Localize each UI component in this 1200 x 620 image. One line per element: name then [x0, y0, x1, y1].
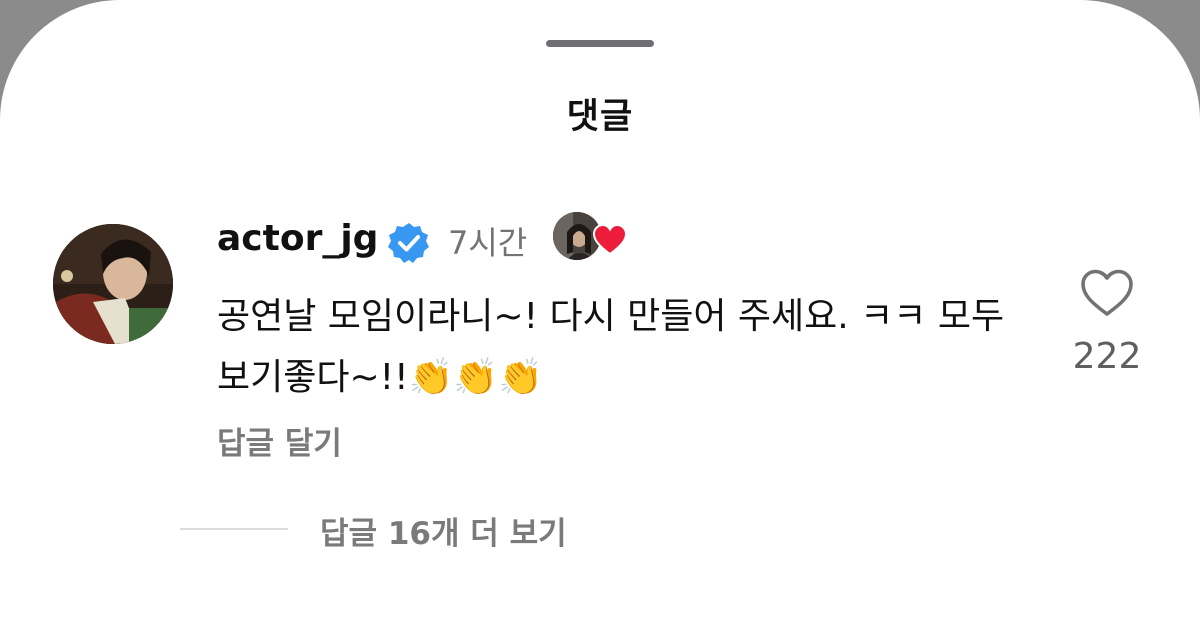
comment-text: 공연날 모임이라니~! 다시 만들어 주세요. ㅋㅋ 모두 보기좋다~!!👏👏👏 [217, 286, 1017, 408]
reply-button[interactable]: 답글 달기 [217, 418, 342, 463]
clapping-hands-emoji: 👏👏👏 [408, 357, 543, 398]
view-more-replies-button[interactable]: 답글 16개 더 보기 [320, 508, 567, 553]
comment-timestamp: 7시간 [448, 224, 528, 262]
avatar-image [53, 224, 173, 344]
comment-username[interactable]: actor_jg [217, 218, 378, 259]
commenter-avatar[interactable] [53, 224, 173, 344]
replies-divider [180, 528, 288, 530]
verified-badge-icon [388, 223, 429, 263]
red-heart-icon [593, 224, 627, 256]
drag-handle[interactable] [546, 40, 654, 47]
sheet-title: 댓글 [566, 97, 634, 137]
comments-sheet: 댓글 actor_jg 7시간 공연날 모임이라니~! 다시 만들어 주세요. … [0, 0, 1200, 620]
comment-body: 공연날 모임이라니~! 다시 만들어 주세요. ㅋㅋ 모두 보기좋다~!! [217, 296, 1005, 398]
heart-outline-icon[interactable] [1080, 268, 1134, 318]
like-count: 222 [1072, 336, 1142, 377]
